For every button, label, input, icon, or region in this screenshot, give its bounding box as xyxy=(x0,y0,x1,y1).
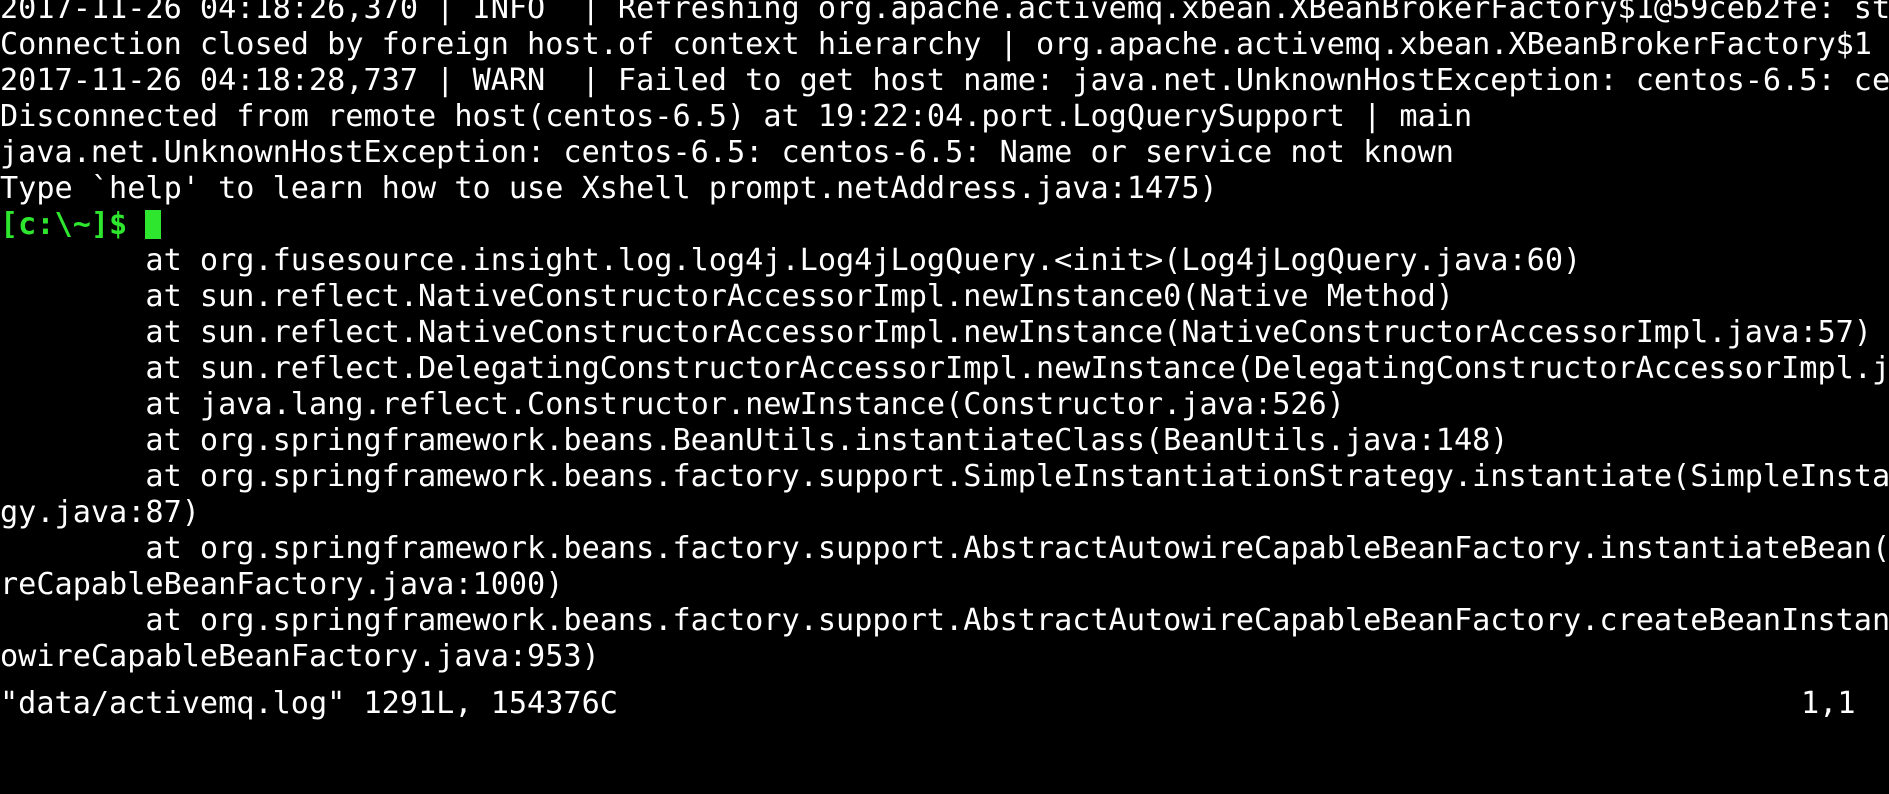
stack-line-wrap: owireCapableBeanFactory.java:953) xyxy=(0,639,600,674)
stack-line: at org.springframework.beans.factory.sup… xyxy=(0,531,1889,566)
stack-line: at org.fusesource.insight.log.log4j.Log4… xyxy=(0,243,1582,278)
terminal-window[interactable]: 2017-11-26 04:18:26,370 | INFO | Refresh… xyxy=(0,0,1889,726)
cursor-position: 1,1 xyxy=(1801,686,1856,721)
stack-line: at sun.reflect.DelegatingConstructorAcce… xyxy=(0,351,1889,386)
log-line-connection-closed: Connection closed by foreign host.of con… xyxy=(0,27,1872,62)
log-line-disconnected: Disconnected from remote host(centos-6.5… xyxy=(0,99,1473,134)
log-line-warn: 2017-11-26 04:18:28,737 | WARN | Failed … xyxy=(0,63,1889,98)
log-line-refreshing: 2017-11-26 04:18:26,370 | INFO | Refresh… xyxy=(0,0,1889,26)
log-line-unknown-host: java.net.UnknownHostException: centos-6.… xyxy=(0,135,1454,170)
stack-line: at org.springframework.beans.factory.sup… xyxy=(0,459,1889,494)
stack-line: at org.springframework.beans.BeanUtils.i… xyxy=(0,423,1509,458)
shell-prompt: [c:\~]$ xyxy=(0,207,128,242)
cursor-block xyxy=(145,210,162,239)
stack-line-wrap: gy.java:87) xyxy=(0,495,200,530)
stack-line: at sun.reflect.NativeConstructorAccessor… xyxy=(0,279,1454,314)
stack-line: at sun.reflect.NativeConstructorAccessor… xyxy=(0,315,1872,350)
stack-line: at java.lang.reflect.Constructor.newInst… xyxy=(0,387,1345,422)
prompt-line[interactable]: [c:\~]$ xyxy=(0,207,1889,243)
vim-status-line: "data/activemq.log" 1291L, 154376C 1,1 xyxy=(0,686,1889,722)
stack-line: at org.springframework.beans.factory.sup… xyxy=(0,603,1889,638)
stack-line-wrap: reCapableBeanFactory.java:1000) xyxy=(0,567,564,602)
file-info: "data/activemq.log" 1291L, 154376C xyxy=(0,686,618,721)
log-line-xshell-help: Type `help' to learn how to use Xshell p… xyxy=(0,171,1218,206)
